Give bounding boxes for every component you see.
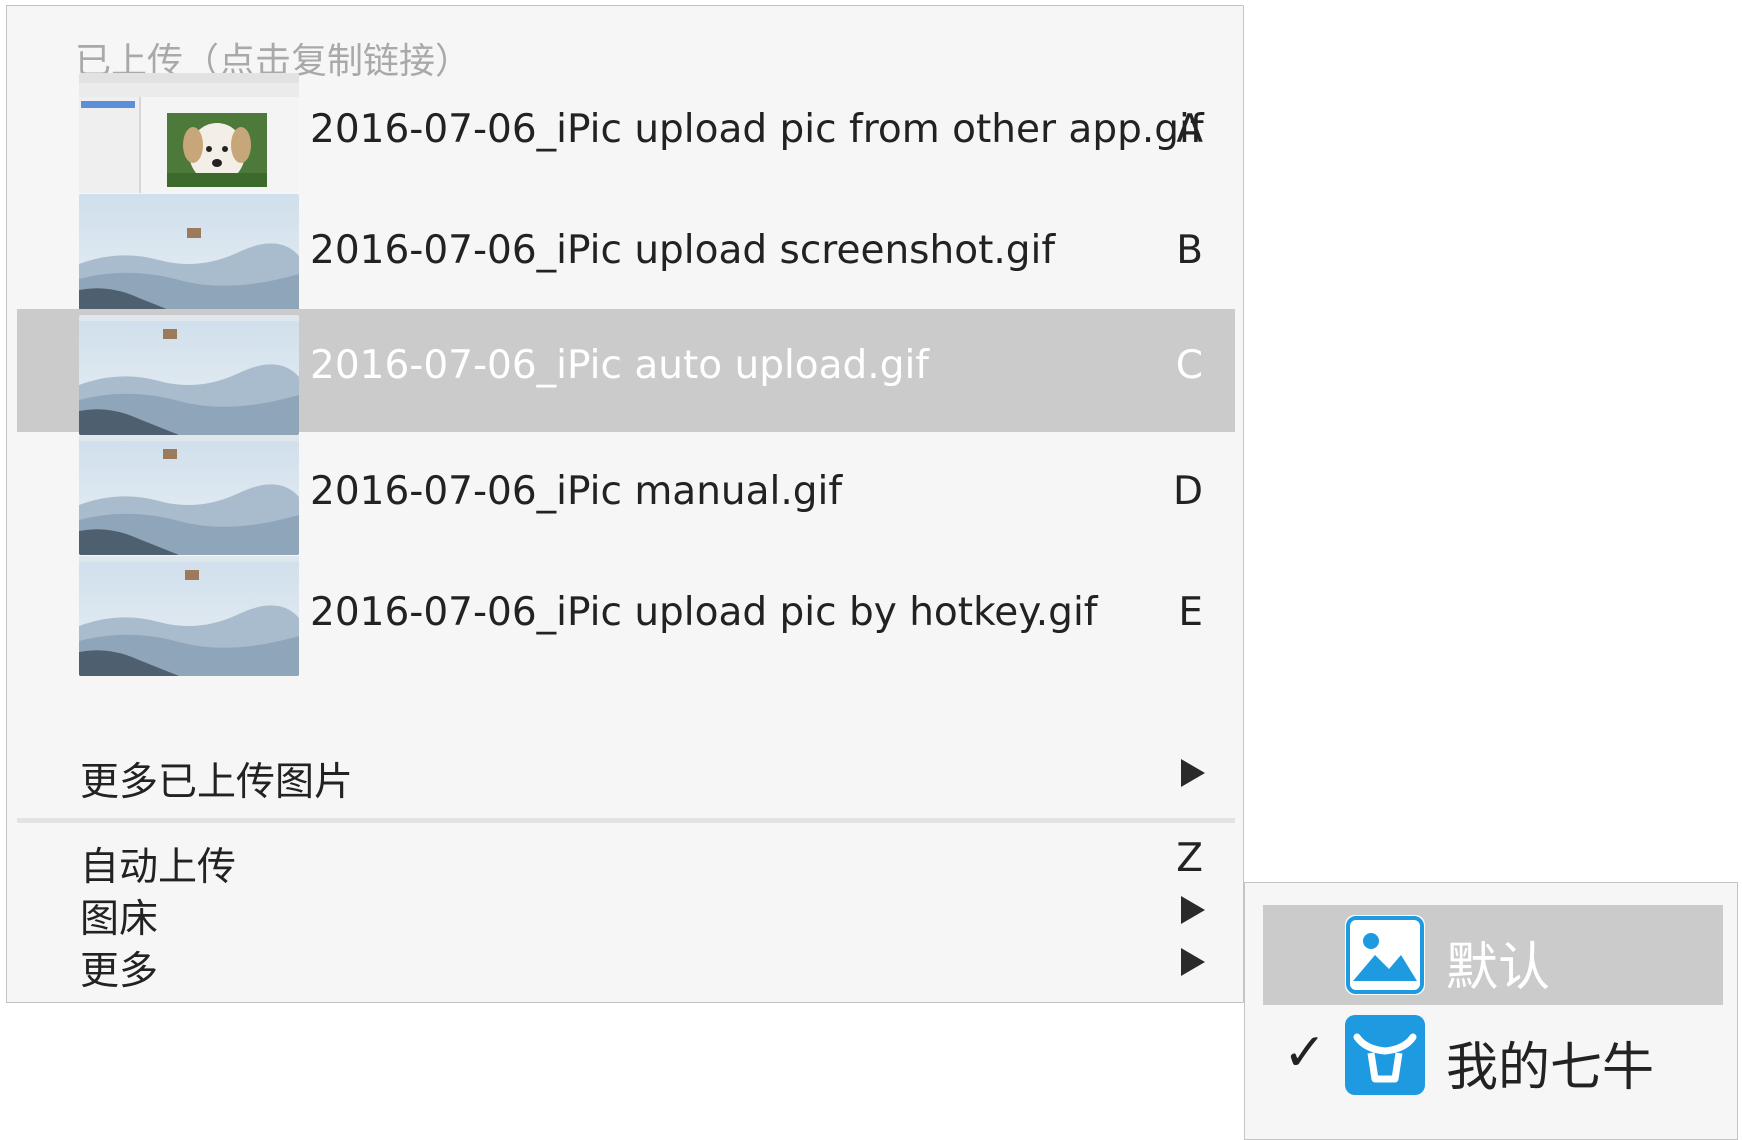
upload-item-label: 2016-07-06_iPic auto upload.gif [310, 343, 930, 388]
picture-icon [1345, 915, 1425, 995]
thumbnail-mountains [79, 556, 299, 676]
menu-separator [17, 818, 1235, 823]
shortcut-key: A [1176, 107, 1203, 152]
checkmark-icon: ✓ [1283, 1023, 1327, 1083]
auto-upload-label: 自动上传 [80, 845, 237, 890]
more-label: 更多 [80, 949, 159, 994]
more-item[interactable]: 更多 [17, 940, 1235, 994]
host-qiniu-label: 我的七牛 [1446, 1038, 1655, 1098]
thumbnail-mountains [79, 435, 299, 555]
upload-item-d[interactable]: 2016-07-06_iPic manual.gif D [17, 435, 1235, 569]
submenu-arrow-icon [1181, 896, 1205, 924]
host-default-label: 默认 [1446, 938, 1551, 998]
more-uploaded-item[interactable]: 更多已上传图片 [17, 751, 1235, 805]
thumbnail-mountains [79, 315, 299, 435]
shortcut-key: Z [1176, 836, 1203, 881]
thumbnail-mountains [79, 194, 299, 314]
qiniu-icon [1345, 1015, 1425, 1095]
host-qiniu-item[interactable]: ✓ 我的七牛 [1263, 1005, 1723, 1105]
more-uploaded-label: 更多已上传图片 [80, 760, 354, 805]
thumbnail-puppy [79, 73, 299, 193]
shortcut-key: C [1175, 343, 1203, 388]
upload-item-label: 2016-07-06_iPic upload pic from other ap… [310, 107, 1204, 152]
upload-item-e[interactable]: 2016-07-06_iPic upload pic by hotkey.gif… [17, 556, 1235, 690]
upload-item-b[interactable]: 2016-07-06_iPic upload screenshot.gif B [17, 194, 1235, 328]
upload-item-label: 2016-07-06_iPic upload screenshot.gif [310, 228, 1056, 273]
image-host-submenu: 默认 ✓ 我的七牛 [1244, 882, 1738, 1140]
submenu-arrow-icon [1181, 759, 1205, 787]
image-host-label: 图床 [80, 897, 159, 942]
host-default-item[interactable]: 默认 [1263, 905, 1723, 1005]
submenu-arrow-icon [1181, 948, 1205, 976]
upload-item-label: 2016-07-06_iPic manual.gif [310, 469, 843, 514]
auto-upload-item[interactable]: 自动上传 Z [17, 836, 1235, 890]
context-menu: 已上传（点击复制链接） 2016-07-06_iPic upload pic f… [6, 5, 1244, 1003]
upload-item-label: 2016-07-06_iPic upload pic by hotkey.gif [310, 590, 1098, 635]
upload-item-a[interactable]: 2016-07-06_iPic upload pic from other ap… [17, 73, 1235, 207]
shortcut-key: B [1176, 228, 1203, 273]
upload-item-c[interactable]: 2016-07-06_iPic auto upload.gif C [17, 309, 1235, 435]
shortcut-key: D [1172, 469, 1203, 514]
shortcut-key: E [1178, 590, 1203, 635]
image-host-item[interactable]: 图床 [17, 888, 1235, 942]
